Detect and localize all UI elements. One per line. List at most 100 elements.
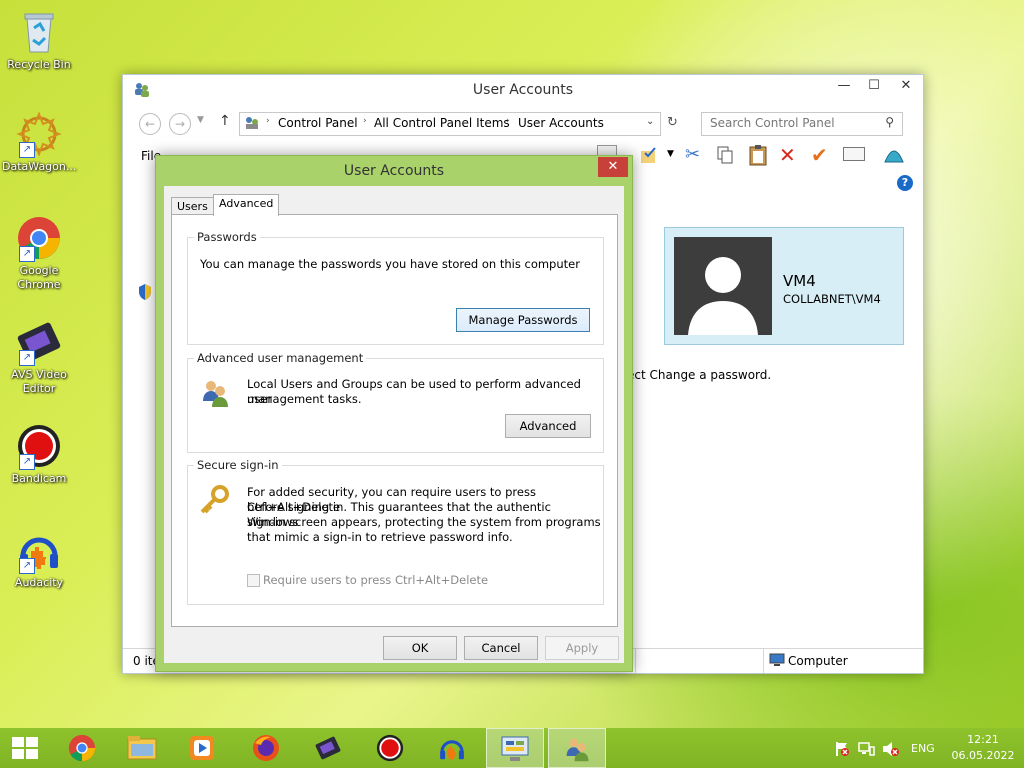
- search-box[interactable]: Search Control Panel ⚲: [701, 112, 903, 136]
- desktop-icon-audacity[interactable]: ↗ Audacity: [2, 526, 76, 590]
- avs-video-editor-icon: [315, 736, 341, 760]
- taskbar-audacity[interactable]: [426, 728, 478, 768]
- breadcrumb-user-accounts[interactable]: User Accounts: [518, 116, 604, 130]
- control-panel-icon: [501, 736, 529, 761]
- toolbar-properties-icon[interactable]: [639, 145, 659, 168]
- start-button[interactable]: [0, 728, 52, 768]
- user-tile: VM4 COLLABNET\VM4: [664, 227, 904, 345]
- chrome-icon: ↗: [15, 214, 63, 262]
- tab-advanced[interactable]: Advanced: [213, 194, 280, 216]
- change-password-text: ect Change a password.: [627, 368, 772, 382]
- cut-icon[interactable]: ✂: [685, 144, 700, 165]
- user-avatar: [674, 237, 772, 335]
- help-icon[interactable]: ?: [897, 175, 913, 191]
- desktop-icon-avs-video-editor[interactable]: ↗ AVS Video Editor: [2, 318, 76, 396]
- search-input[interactable]: Search Control Panel: [710, 116, 835, 130]
- window-title: User Accounts: [472, 82, 574, 98]
- apply-button[interactable]: Apply: [545, 636, 619, 660]
- taskbar: ENG 12:21 06.05.2022: [0, 728, 1024, 768]
- user-name: VM4: [783, 272, 816, 290]
- user-accounts-icon: [566, 738, 589, 762]
- volume-muted-icon[interactable]: [882, 741, 900, 760]
- passwords-group: Passwords You can manage the passwords y…: [187, 230, 604, 345]
- breadcrumb-separator-icon: ›: [506, 116, 510, 126]
- ctrl-alt-del-checkbox[interactable]: [247, 574, 260, 587]
- rename-icon[interactable]: [843, 147, 865, 161]
- action-center-flag-icon[interactable]: [834, 741, 850, 760]
- windows-logo-icon: [12, 737, 38, 759]
- bandicam-icon: ↗: [15, 422, 63, 470]
- taskbar-user-accounts[interactable]: [548, 728, 606, 768]
- network-icon[interactable]: [858, 741, 876, 760]
- uac-shield-icon: [137, 283, 153, 304]
- shell-icon[interactable]: [883, 144, 905, 167]
- advanced-button[interactable]: Advanced: [505, 414, 591, 438]
- refresh-icon: ↻: [667, 115, 678, 130]
- dialog-title: User Accounts: [343, 163, 445, 179]
- user-accounts-dialog: User Accounts ✕ Users Advanced Passwords…: [155, 155, 633, 672]
- ok-button[interactable]: OK: [383, 636, 457, 660]
- delete-icon[interactable]: ✕: [779, 143, 796, 167]
- shortcut-arrow-icon: ↗: [19, 246, 35, 262]
- shortcut-arrow-icon: ↗: [19, 142, 35, 158]
- back-arrow-icon: ←: [144, 117, 156, 131]
- back-button[interactable]: ←: [139, 113, 161, 135]
- status-location: Computer: [788, 654, 848, 668]
- passwords-description: You can manage the passwords you have st…: [200, 257, 580, 271]
- advanced-tab-panel: Passwords You can manage the passwords y…: [171, 214, 618, 627]
- computer-icon: [769, 653, 785, 670]
- taskbar-avs-video-editor[interactable]: [302, 728, 354, 768]
- firefox-icon: [253, 735, 279, 761]
- shortcut-arrow-icon: ↗: [19, 454, 35, 470]
- breadcrumb-all-items[interactable]: All Control Panel Items: [374, 116, 510, 130]
- user-silhouette-icon: [688, 257, 758, 335]
- taskbar-firefox[interactable]: [240, 728, 292, 768]
- search-icon[interactable]: ⚲: [885, 115, 894, 129]
- recent-locations-icon[interactable]: ▼: [197, 115, 204, 125]
- dialog-body: Users Advanced Passwords You can manage …: [164, 186, 624, 663]
- up-button[interactable]: ↑: [219, 113, 231, 129]
- advanced-user-management-group: Advanced user management Local Users and…: [187, 351, 604, 453]
- close-button[interactable]: ✕: [889, 75, 923, 97]
- taskbar-chrome[interactable]: [56, 728, 108, 768]
- address-dropdown-icon[interactable]: ⌄: [646, 116, 654, 127]
- copy-icon[interactable]: [715, 145, 735, 168]
- clock[interactable]: 12:21 06.05.2022: [948, 732, 1018, 764]
- users-group-icon: [200, 377, 232, 412]
- desktop-icon-bandicam[interactable]: ↗ Bandicam: [2, 422, 76, 486]
- media-player-icon: [190, 736, 214, 760]
- taskbar-media-player[interactable]: [176, 728, 228, 768]
- secure-signin-group: Secure sign-in For added security, you c…: [187, 458, 604, 605]
- chrome-icon: [68, 734, 96, 762]
- desktop-icon-datawagon[interactable]: ↗ DataWagon...: [2, 110, 76, 174]
- shortcut-arrow-icon: ↗: [19, 350, 35, 366]
- forward-button[interactable]: →: [169, 113, 191, 135]
- desktop-icon-chrome[interactable]: ↗ Google Chrome: [2, 214, 76, 292]
- taskbar-file-explorer[interactable]: [116, 728, 168, 768]
- maximize-button[interactable]: ☐: [859, 75, 889, 97]
- status-divider: [635, 649, 636, 673]
- shortcut-arrow-icon: ↗: [19, 558, 35, 574]
- breadcrumb-control-panel[interactable]: Control Panel: [278, 116, 358, 130]
- manage-passwords-button[interactable]: Manage Passwords: [456, 308, 590, 332]
- cancel-button[interactable]: Cancel: [464, 636, 538, 660]
- dialog-close-button[interactable]: ✕: [598, 157, 628, 177]
- paste-icon[interactable]: [747, 144, 769, 169]
- language-indicator[interactable]: ENG: [911, 742, 935, 755]
- audacity-icon: ↗: [15, 526, 63, 574]
- check-icon[interactable]: ✔: [811, 143, 828, 167]
- close-icon: ✕: [607, 159, 619, 174]
- window-titlebar: User Accounts — ☐ ✕: [123, 75, 923, 105]
- control-panel-icon: [244, 115, 260, 134]
- address-bar[interactable]: › Control Panel › All Control Panel Item…: [239, 112, 661, 136]
- up-arrow-icon: ↑: [219, 113, 231, 129]
- desktop-icon-recycle-bin[interactable]: Recycle Bin: [2, 8, 76, 72]
- minimize-button[interactable]: —: [829, 75, 859, 97]
- advanced-mgmt-description-line2: management tasks.: [247, 392, 362, 406]
- refresh-button[interactable]: ↻: [667, 115, 678, 130]
- folder-icon: [127, 736, 157, 760]
- taskbar-bandicam[interactable]: [364, 728, 416, 768]
- taskbar-control-panel[interactable]: [486, 728, 544, 768]
- toolbar-dropdown-icon[interactable]: ▼: [667, 149, 674, 159]
- ctrl-alt-del-checkbox-label[interactable]: Require users to press Ctrl+Alt+Delete: [263, 573, 488, 588]
